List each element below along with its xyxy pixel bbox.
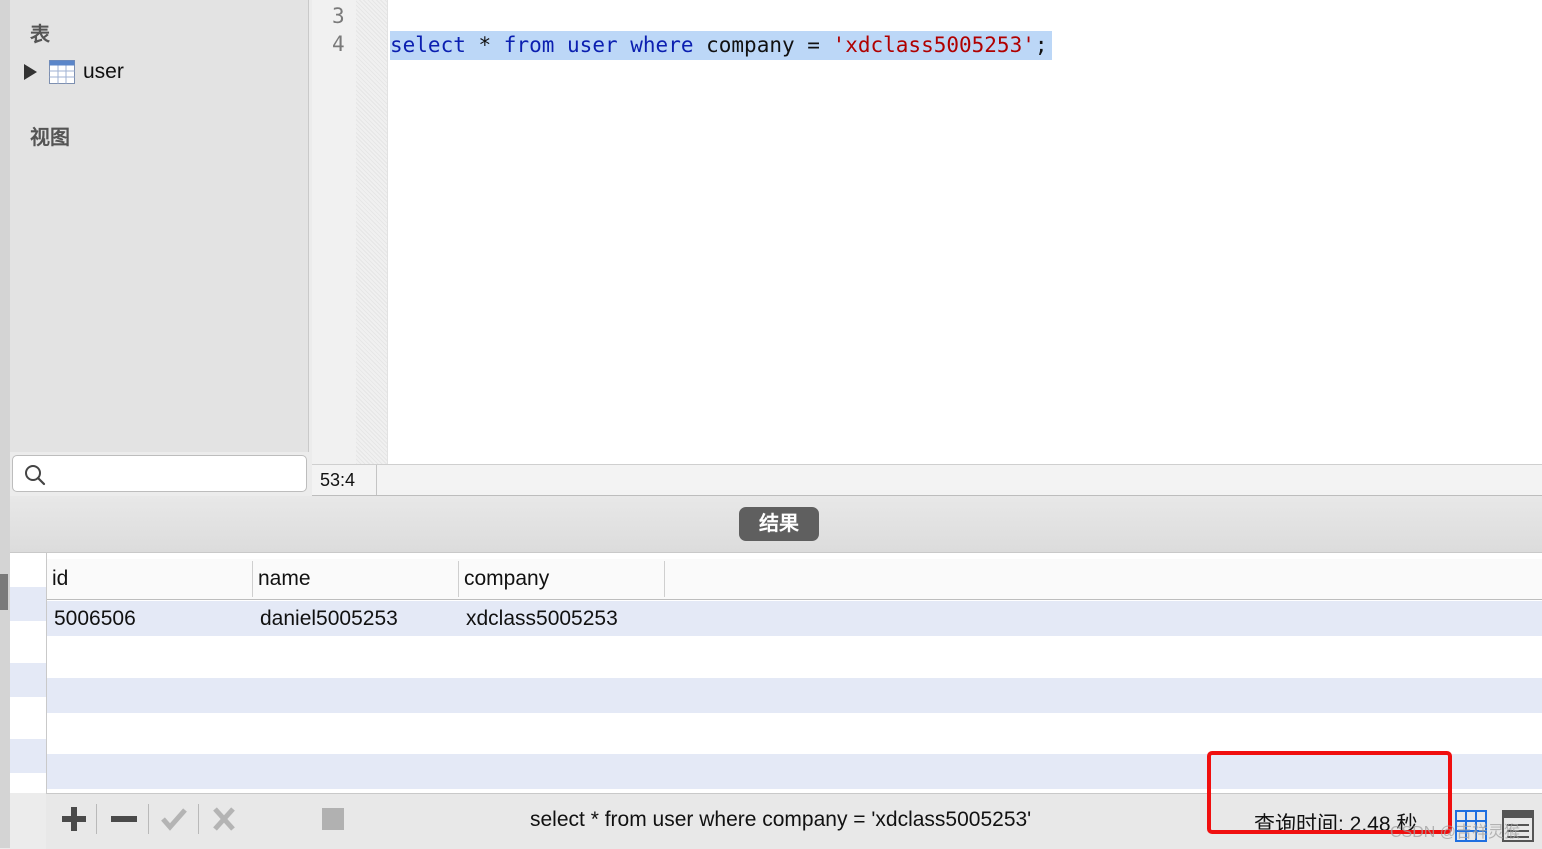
cell-company[interactable]: xdclass5005253: [459, 601, 618, 636]
row-header-stripe: [10, 663, 46, 697]
watermark: CSDN @吉祥灵猴: [1390, 824, 1521, 841]
empty-row: [47, 678, 1542, 713]
code-token-keyword: where: [630, 33, 694, 57]
code-token-keyword: select: [390, 33, 466, 57]
code-token-plain: *: [465, 33, 504, 57]
code-token-plain: ;: [1034, 33, 1048, 57]
views-section-label: 视图: [30, 127, 70, 149]
code-token-plain: company =: [693, 33, 833, 57]
sidebar-search: [12, 455, 307, 492]
code-token-keyword: from: [503, 33, 555, 57]
sql-editor[interactable]: 3 4 select * from user where company = '…: [312, 0, 1542, 464]
stop-icon[interactable]: [320, 804, 346, 834]
expand-arrow-icon[interactable]: [24, 64, 37, 80]
results-tab-bar: 结果: [10, 496, 1542, 553]
schema-sidebar: 表 user 视图: [10, 0, 309, 452]
status-divider: [376, 465, 377, 495]
cell-id[interactable]: 5006506: [47, 601, 136, 636]
column-header-name[interactable]: name: [253, 559, 311, 599]
column-header-id[interactable]: id: [47, 559, 68, 599]
apply-changes-icon[interactable]: [158, 804, 190, 834]
sidebar-item-user-table[interactable]: user: [24, 58, 124, 86]
code-token-keyword: user: [567, 33, 618, 57]
editor-status-bar: 53:4: [312, 464, 1542, 496]
column-header-company[interactable]: company: [459, 559, 549, 599]
empty-row: [47, 713, 1542, 748]
status-query-text: select * from user where company = 'xdcl…: [530, 808, 1032, 831]
column-header-row: id name company: [47, 559, 1542, 600]
delete-row-icon[interactable]: [108, 804, 140, 834]
empty-row: [47, 636, 1542, 671]
toolbar-divider: [96, 804, 97, 834]
row-header-column: [10, 553, 47, 793]
row-header-stripe: [10, 739, 46, 773]
cell-name[interactable]: daniel5005253: [253, 601, 398, 636]
row-header-stripe: [10, 587, 46, 621]
code-line-selected[interactable]: select * from user where company = 'xdcl…: [390, 31, 1052, 60]
table-icon: [49, 60, 75, 84]
left-window-edge: [0, 0, 10, 848]
discard-changes-icon[interactable]: [208, 804, 240, 834]
table-row[interactable]: 5006506 daniel5005253 xdclass5005253: [47, 601, 1542, 636]
column-divider[interactable]: [664, 561, 665, 597]
tab-results[interactable]: 结果: [739, 507, 819, 541]
code-token-string: 'xdclass5005253': [832, 33, 1035, 57]
line-number-gutter: 3 4: [312, 0, 356, 464]
toolbar-divider: [198, 804, 199, 834]
search-input[interactable]: [55, 460, 299, 488]
add-row-icon[interactable]: [58, 804, 90, 834]
fold-strip: [356, 0, 388, 464]
table-name-label: user: [83, 60, 124, 83]
cursor-position: 53:4: [320, 470, 356, 490]
resize-marker: [0, 574, 8, 610]
line-number: 4: [332, 32, 345, 56]
search-icon: [25, 465, 46, 486]
tables-section-label: 表: [30, 24, 50, 46]
toolbar-divider: [148, 804, 149, 834]
line-number: 3: [332, 4, 345, 28]
